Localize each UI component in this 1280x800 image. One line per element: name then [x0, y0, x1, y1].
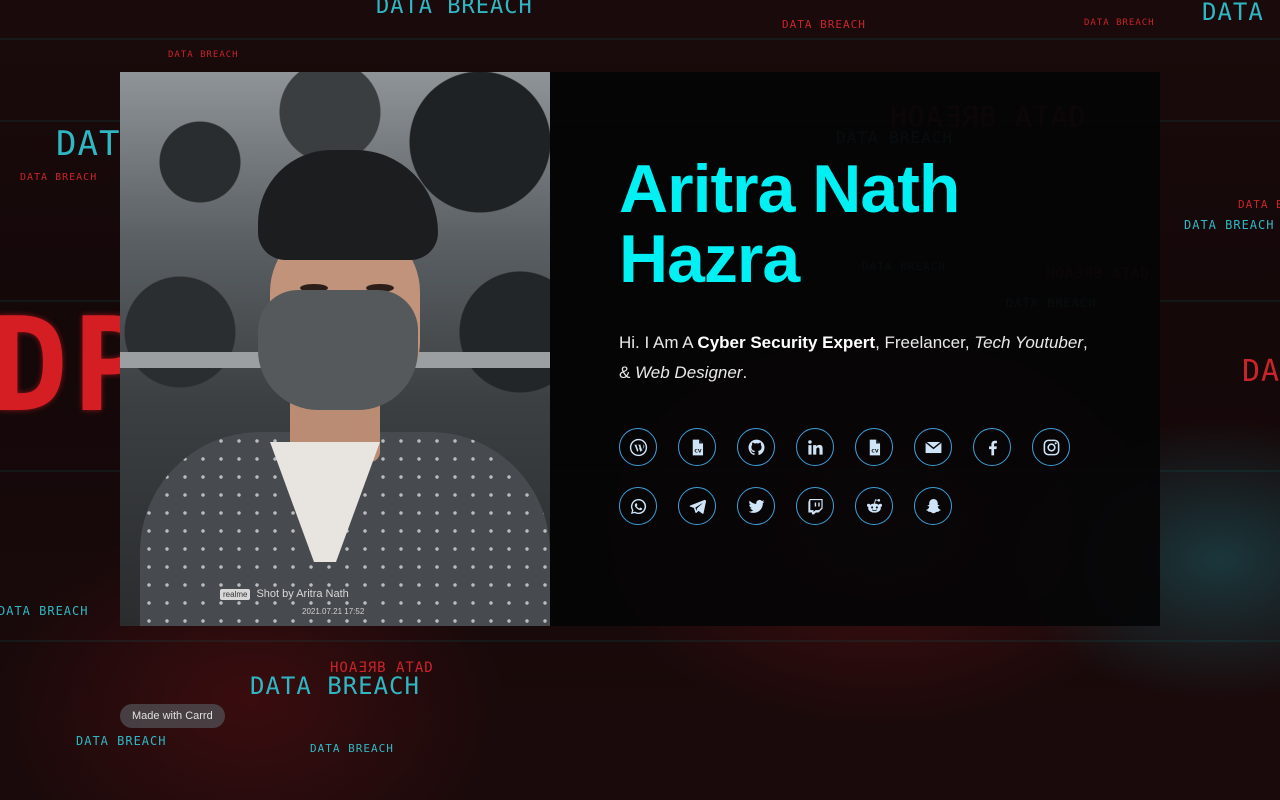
- snapchat-icon: [925, 498, 941, 513]
- svg-text:CV: CV: [694, 448, 701, 454]
- facebook-link[interactable]: [973, 428, 1011, 466]
- whatsapp-link[interactable]: [619, 487, 657, 525]
- snapchat-link[interactable]: [914, 487, 952, 525]
- bio-role-main: Cyber Security Expert: [697, 333, 876, 352]
- bg-word: DATA BREACH: [76, 734, 167, 748]
- profile-name: Aritra Nath Hazra: [619, 154, 979, 294]
- bg-word: DAT: [56, 124, 121, 164]
- profile-photo: realme Shot by Aritra Nath 2021.07.21 17:…: [120, 72, 550, 626]
- twitter-icon: [748, 499, 764, 513]
- made-with-carrd-link[interactable]: Made with Carrd: [120, 704, 225, 728]
- face-mask: [258, 290, 418, 410]
- telegram-link[interactable]: [678, 487, 716, 525]
- twitter-link[interactable]: [737, 487, 775, 525]
- wordpress-icon: [629, 438, 647, 456]
- telegram-icon: [689, 499, 706, 514]
- bg-word: DATA BREACH: [20, 172, 98, 183]
- name-line-1: Aritra Nath: [619, 151, 960, 227]
- bio-text: Hi. I Am A Cyber Security Expert, Freela…: [619, 328, 1099, 388]
- bio-end: .: [742, 363, 748, 382]
- bg-word: DATA BREACH: [1084, 18, 1155, 28]
- bg-word: DATA BREACH: [310, 742, 394, 755]
- watermark-text: Shot by Aritra Nath: [256, 588, 349, 600]
- bg-word: DATA BREACH: [250, 672, 420, 700]
- svg-text:CV: CV: [871, 448, 878, 454]
- cv-icon: CV: [869, 439, 880, 455]
- bg-word: DATA: [1202, 0, 1264, 26]
- reddit-icon: [866, 498, 882, 513]
- linkedin-icon: [807, 439, 823, 455]
- instagram-icon: [1043, 439, 1059, 455]
- bio-separator: , Freelancer,: [875, 333, 975, 352]
- photo-watermark: realme Shot by Aritra Nath: [220, 588, 349, 600]
- whatsapp-icon: [630, 498, 646, 514]
- github-icon: [748, 439, 764, 455]
- bio-intro: Hi. I Am A: [619, 333, 698, 352]
- bg-word: DATA BREACH: [1184, 218, 1275, 232]
- bio-role-web: Web Designer: [635, 363, 743, 382]
- bg-word: DATA BREACH: [1238, 198, 1280, 211]
- cv-link[interactable]: CV: [855, 428, 893, 466]
- bg-word: DAT: [1242, 354, 1280, 389]
- profile-card: realme Shot by Aritra Nath 2021.07.21 17:…: [120, 72, 1160, 626]
- twitch-icon: [807, 498, 823, 514]
- bg-word: DATA BREACH: [168, 50, 239, 60]
- facebook-icon: [988, 440, 997, 455]
- watermark-timestamp: 2021.07.21 17:52: [302, 607, 365, 616]
- email-link[interactable]: [914, 428, 952, 466]
- instagram-link[interactable]: [1032, 428, 1070, 466]
- cv-icon: CV: [692, 439, 703, 455]
- bio-role-youtube: Tech Youtuber: [974, 333, 1083, 352]
- cv-link[interactable]: CV: [678, 428, 716, 466]
- twitch-link[interactable]: [796, 487, 834, 525]
- bg-word: DATA BREACH: [0, 604, 89, 618]
- social-links: CV CV: [619, 428, 1099, 525]
- linkedin-link[interactable]: [796, 428, 834, 466]
- profile-info: Aritra Nath Hazra Hi. I Am A Cyber Secur…: [550, 72, 1160, 626]
- reddit-link[interactable]: [855, 487, 893, 525]
- name-line-2: Hazra: [619, 221, 800, 297]
- bg-word: DATA BREACH: [782, 18, 866, 31]
- bg-word: DATA BREACH: [376, 0, 533, 19]
- email-icon: [924, 440, 942, 453]
- github-link[interactable]: [737, 428, 775, 466]
- wordpress-link[interactable]: [619, 428, 657, 466]
- watermark-brand: realme: [220, 589, 251, 600]
